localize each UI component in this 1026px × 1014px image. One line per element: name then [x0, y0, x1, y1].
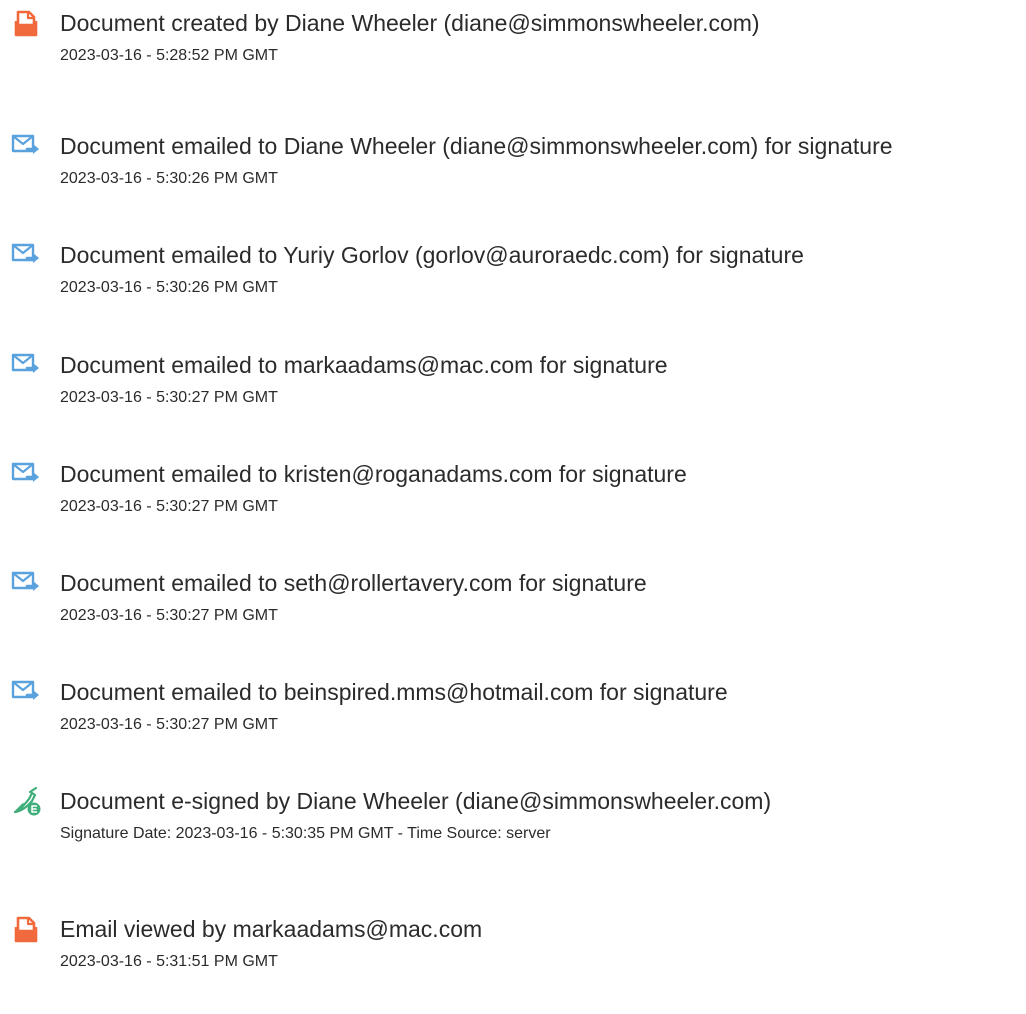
history-event: Document emailed to markaadams@mac.com f…	[0, 350, 1026, 450]
history-event: Document e-signed by Diane Wheeler (dian…	[0, 786, 1026, 886]
event-title: Document created by Diane Wheeler (diane…	[60, 10, 760, 36]
history-event: Document emailed to seth@rollertavery.co…	[0, 568, 1026, 668]
event-timestamp: Signature Date: 2023-03-16 - 5:30:35 PM …	[60, 825, 551, 842]
email-sent-icon	[11, 677, 41, 707]
email-sent-icon	[11, 131, 41, 161]
document-icon	[11, 914, 41, 944]
event-title: Document emailed to Yuriy Gorlov (gorlov…	[60, 242, 804, 268]
history-event: Document emailed to Diane Wheeler (diane…	[0, 131, 1026, 231]
event-title: Document e-signed by Diane Wheeler (dian…	[60, 788, 772, 814]
event-timestamp: 2023-03-16 - 5:30:26 PM GMT	[60, 279, 278, 296]
history-event: Email viewed by markaadams@mac.com 2023-…	[0, 914, 1026, 1014]
history-event: Document emailed to kristen@roganadams.c…	[0, 459, 1026, 559]
event-timestamp: 2023-03-16 - 5:30:27 PM GMT	[60, 498, 278, 515]
history-event: Document emailed to Yuriy Gorlov (gorlov…	[0, 240, 1026, 340]
email-sent-icon	[11, 459, 41, 489]
event-timestamp: 2023-03-16 - 5:30:27 PM GMT	[60, 389, 278, 406]
event-timestamp: 2023-03-16 - 5:30:26 PM GMT	[60, 170, 278, 187]
history-event: Document emailed to beinspired.mms@hotma…	[0, 677, 1026, 777]
document-icon	[11, 8, 41, 38]
event-title: Document emailed to seth@rollertavery.co…	[60, 570, 647, 596]
history-event: Document created by Diane Wheeler (diane…	[0, 8, 1026, 108]
event-timestamp: 2023-03-16 - 5:31:51 PM GMT	[60, 953, 278, 970]
event-timestamp: 2023-03-16 - 5:28:52 PM GMT	[60, 47, 278, 64]
email-sent-icon	[11, 240, 41, 270]
email-sent-icon	[11, 350, 41, 380]
event-timestamp: 2023-03-16 - 5:30:27 PM GMT	[60, 607, 278, 624]
event-title: Document emailed to Diane Wheeler (diane…	[60, 133, 893, 159]
email-sent-icon	[11, 568, 41, 598]
event-title: Document emailed to kristen@roganadams.c…	[60, 461, 687, 487]
event-timestamp: 2023-03-16 - 5:30:27 PM GMT	[60, 716, 278, 733]
event-title: Email viewed by markaadams@mac.com	[60, 916, 483, 942]
event-title: Document emailed to markaadams@mac.com f…	[60, 352, 668, 378]
event-title: Document emailed to beinspired.mms@hotma…	[60, 679, 728, 705]
esign-pen-icon	[11, 786, 41, 816]
